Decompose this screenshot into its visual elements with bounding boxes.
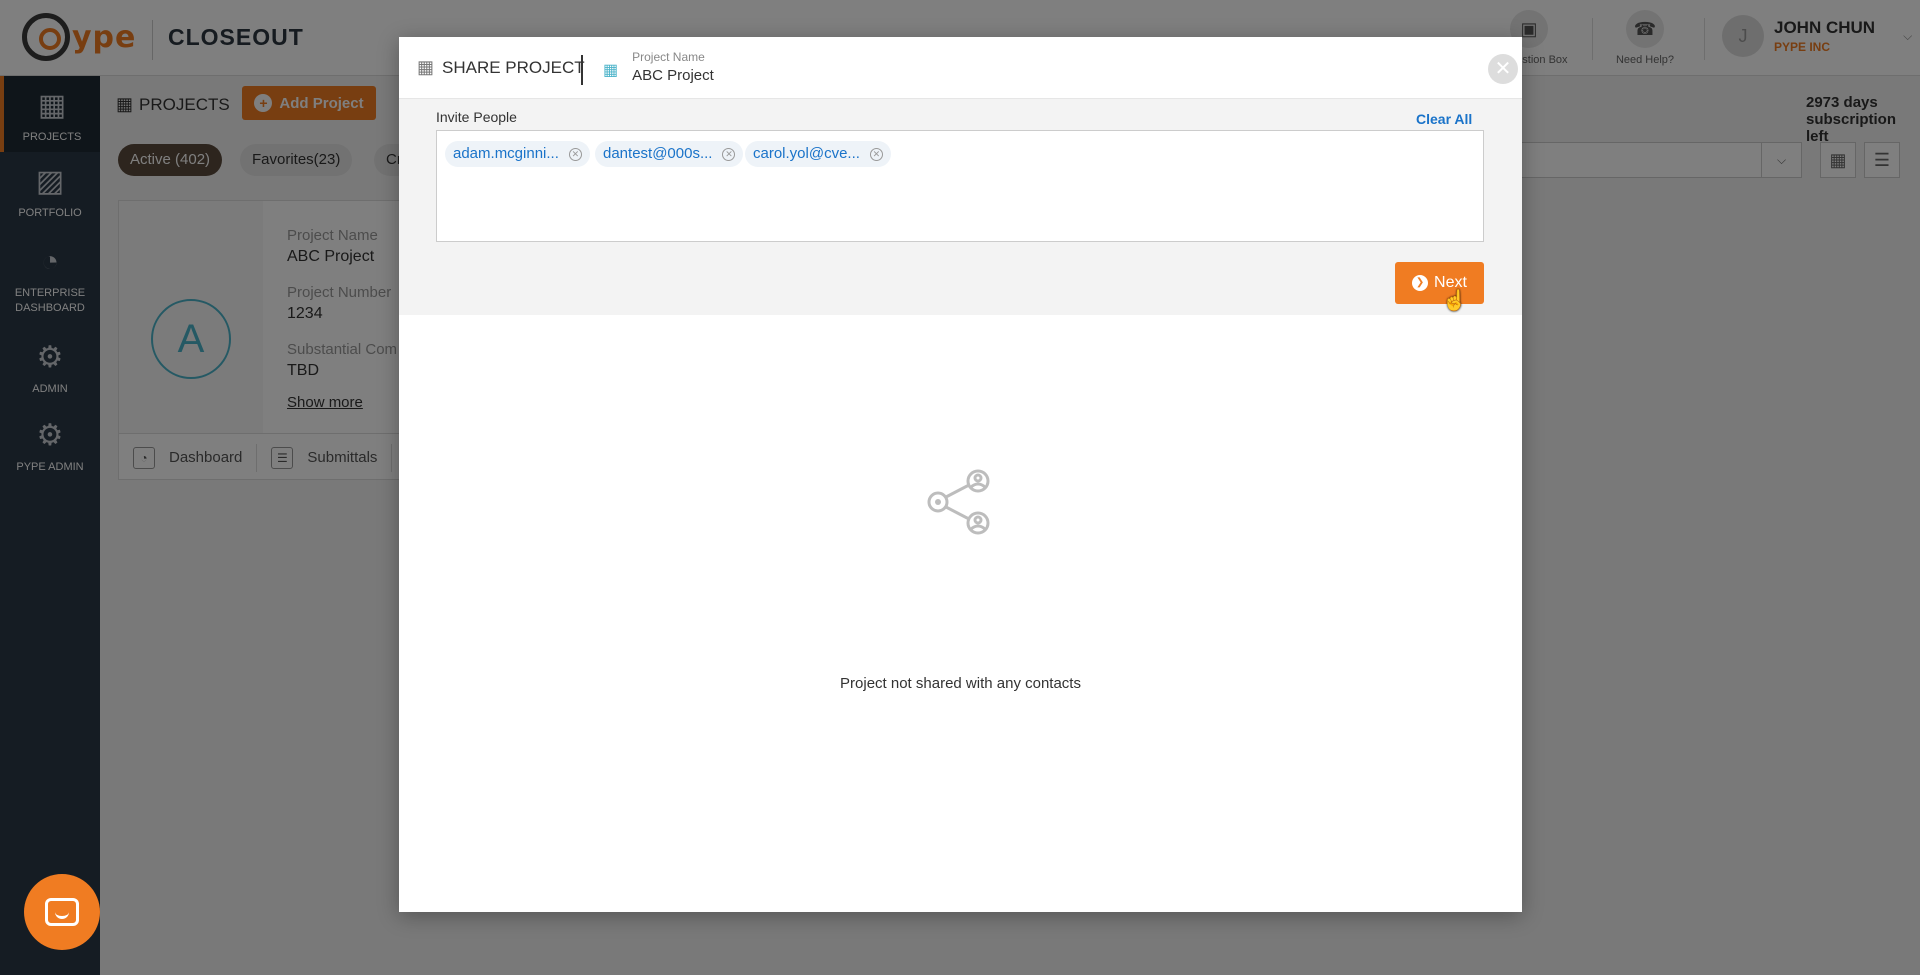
chat-launcher[interactable] <box>24 874 100 950</box>
dialog-title: ▦ SHARE PROJECT <box>417 57 585 78</box>
invite-people-input[interactable]: adam.mcginni... ✕ dantest@000s... ✕ caro… <box>436 130 1484 242</box>
invitee-tag: dantest@000s... ✕ <box>595 141 744 167</box>
building-share-icon: ▦ <box>417 57 435 77</box>
project-name-label: Project Name <box>632 50 705 64</box>
share-contacts-icon <box>927 469 990 535</box>
invitee-tag: adam.mcginni... ✕ <box>445 141 590 167</box>
invite-people-label: Invite People <box>436 109 517 125</box>
remove-tag-icon[interactable]: ✕ <box>869 147 883 161</box>
building-icon: ▦ <box>603 62 619 79</box>
chat-icon <box>45 898 79 926</box>
remove-tag-icon[interactable]: ✕ <box>568 147 582 161</box>
dialog-title-text: SHARE PROJECT <box>442 57 585 77</box>
share-project-dialog: ▦ SHARE PROJECT ▦ Project Name ABC Proje… <box>399 37 1522 912</box>
header-divider <box>581 55 583 85</box>
dialog-project: ▦ Project Name ABC Project <box>603 50 714 84</box>
invitee-email: dantest@000s... <box>603 145 713 162</box>
empty-message: Project not shared with any contacts <box>840 675 1081 692</box>
next-button[interactable]: ❯ Next <box>1395 262 1484 304</box>
project-name-value: ABC Project <box>632 67 714 84</box>
dialog-header: ▦ SHARE PROJECT ▦ Project Name ABC Proje… <box>399 37 1522 99</box>
close-icon[interactable]: ✕ <box>1488 54 1518 84</box>
invitee-email: adam.mcginni... <box>453 145 559 162</box>
invitee-tag: carol.yol@cve... ✕ <box>745 141 891 167</box>
remove-tag-icon[interactable]: ✕ <box>722 147 736 161</box>
hand-cursor-icon: ☝ <box>1442 290 1467 312</box>
empty-state: Project not shared with any contacts <box>399 315 1522 912</box>
invite-section: Invite People Clear All adam.mcginni... … <box>399 99 1522 315</box>
invitee-email: carol.yol@cve... <box>753 145 860 162</box>
clear-all-link[interactable]: Clear All <box>1416 111 1472 127</box>
arrow-right-icon: ❯ <box>1412 275 1429 291</box>
